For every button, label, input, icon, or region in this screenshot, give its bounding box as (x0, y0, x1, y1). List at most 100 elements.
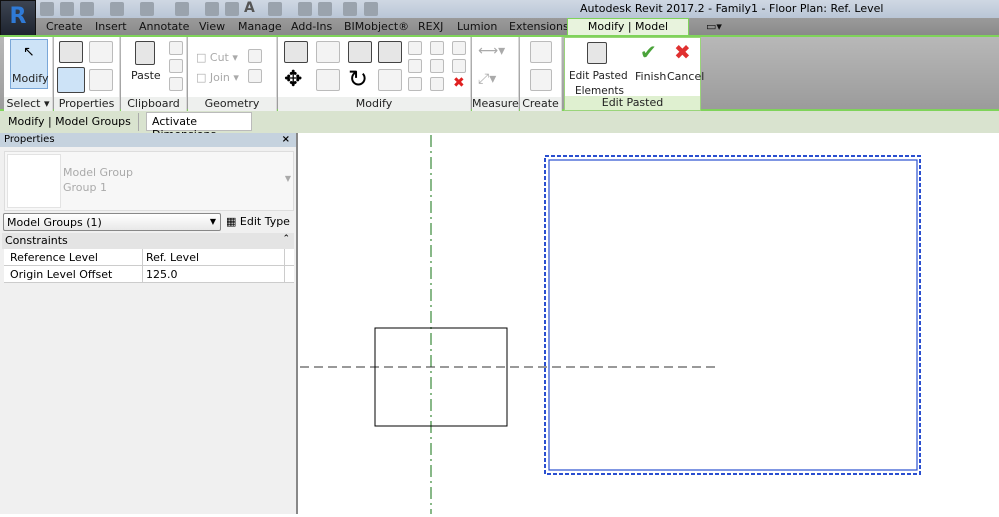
split-icon (408, 41, 422, 55)
undo-icon[interactable] (110, 2, 124, 16)
modify-panel-label: Modify (278, 97, 470, 111)
thin-lines-icon[interactable] (318, 2, 332, 16)
properties-palette: Properties × Model Group Group 1 ▼ Model … (0, 133, 298, 514)
properties-panel-label: Properties (54, 97, 119, 111)
section-title: Constraints (5, 234, 68, 247)
cut-clip-icon (169, 41, 183, 55)
edit-pasted-panel: Edit Pasted Elements ✔ Finish ✖ Cancel E… (564, 37, 705, 111)
delete-icon[interactable]: ✖ (453, 75, 465, 91)
measure-icon[interactable] (175, 2, 189, 16)
3d-view-icon[interactable] (268, 2, 282, 16)
redo-icon[interactable] (140, 2, 154, 16)
select-dropdown[interactable]: Select ▾ (4, 97, 52, 111)
cancel-label: Cancel (667, 70, 705, 83)
modify-button[interactable]: ↖ Modify (10, 39, 48, 89)
property-value[interactable]: Ref. Level (146, 251, 199, 264)
paste-icon[interactable] (135, 41, 155, 65)
rotate-icon[interactable]: ↻ (348, 65, 368, 93)
modify-label: Modify (12, 72, 49, 85)
trim-multiple-icon (430, 77, 444, 91)
split-face-icon (248, 49, 262, 63)
finish-label: Finish (635, 70, 667, 83)
instance-filter-dropdown[interactable]: Model Groups (1) ▼ (3, 213, 221, 231)
tab-extensions[interactable]: Extensions (509, 20, 569, 33)
title-bar: A Autodesk Revit 2017.2 - Family1 - Floo… (0, 0, 999, 18)
cancel-button[interactable]: ✖ Cancel (667, 40, 705, 84)
ribbon-tabs: Create Insert Annotate View Manage Add-I… (36, 18, 999, 35)
sync-icon[interactable] (80, 2, 94, 16)
family-types-icon (89, 41, 113, 63)
measure-panel-label: Measure (472, 97, 519, 111)
trim-extend-icon (378, 69, 402, 91)
create-group-icon (530, 41, 552, 63)
drawing-canvas[interactable] (300, 133, 999, 514)
save-icon[interactable] (60, 2, 74, 16)
copy-icon (169, 59, 183, 73)
ribbon-minimize-icon[interactable]: ▭▾ (706, 20, 722, 33)
pin-icon (452, 59, 466, 73)
edit-type-button[interactable]: ▦ Edit Type (226, 213, 290, 231)
create-panel: Create (520, 37, 562, 111)
split-gap-icon (430, 41, 444, 55)
cut-button: □ Cut ▾ (196, 51, 238, 64)
cancel-x-icon: ✖ (674, 40, 691, 64)
measure-between-icon: ⟷▾ (478, 43, 506, 59)
move-icon[interactable]: ✥ (284, 67, 302, 92)
section-icon[interactable] (298, 2, 312, 16)
wall-joins-icon (248, 69, 262, 83)
type-preview (7, 154, 61, 208)
tab-add-ins[interactable]: Add-Ins (291, 20, 332, 33)
switch-windows-icon[interactable] (364, 2, 378, 16)
application-menu-button[interactable]: R (0, 0, 36, 36)
collapse-icon[interactable]: ⌃ (282, 234, 290, 244)
geometry-panel: □ Cut ▾ □ Join ▾ Geometry (188, 37, 277, 111)
chevron-down-icon: ▼ (209, 217, 216, 226)
close-hidden-icon[interactable] (343, 2, 357, 16)
edit-pasted-panel-label: Edit Pasted (565, 96, 700, 110)
offset-icon (316, 41, 340, 63)
open-icon[interactable] (40, 2, 54, 16)
tag-icon[interactable] (225, 2, 239, 16)
measure-panel: ⟷▾ ⤢▾ Measure (472, 37, 519, 111)
ribbon: ↖ Modify Select ▾ Properties Paste Clipb… (0, 35, 999, 111)
selection-outline (544, 155, 921, 475)
tab-modify-model-groups[interactable]: Modify | Model Groups (567, 18, 689, 49)
close-icon[interactable]: × (282, 133, 290, 147)
tab-insert[interactable]: Insert (95, 20, 127, 33)
tab-bimobject[interactable]: BIMobject® (344, 20, 409, 33)
edit-pasted-elements-button[interactable]: Edit Pasted Elements (567, 40, 628, 97)
tab-manage[interactable]: Manage (238, 20, 282, 33)
match-properties-icon (169, 77, 183, 91)
dimension-icon[interactable] (205, 2, 219, 16)
floor-plan-view (300, 135, 921, 514)
align-icon[interactable] (284, 41, 308, 63)
mirror-draw-axis-icon[interactable] (378, 41, 402, 63)
options-bar: Modify | Model Groups Activate Dimension… (0, 111, 999, 141)
property-row: Origin Level Offset 125.0 (4, 266, 294, 283)
tab-create[interactable]: Create (46, 20, 83, 33)
type-properties-icon[interactable] (59, 41, 83, 63)
type-selector[interactable]: Model Group Group 1 ▼ (4, 151, 294, 211)
tab-lumion[interactable]: Lumion (457, 20, 497, 33)
property-value[interactable]: 125.0 (146, 268, 178, 281)
property-name: Reference Level (10, 251, 98, 264)
small-rectangle[interactable] (374, 327, 508, 427)
create-similar-icon (530, 69, 552, 91)
type-family: Model Group (63, 166, 134, 179)
property-name: Origin Level Offset (10, 268, 113, 281)
mirror-pick-axis-icon[interactable] (348, 41, 372, 63)
context-label: Modify | Model Groups (8, 115, 131, 128)
tab-view[interactable]: View (199, 20, 225, 33)
constraints-section[interactable]: Constraints ⌃ (2, 233, 294, 249)
tab-annotate[interactable]: Annotate (139, 20, 189, 33)
create-panel-label: Create (520, 97, 561, 111)
tab-rexj[interactable]: REXJ (418, 20, 443, 33)
properties-toggle-icon[interactable] (57, 67, 85, 93)
finish-button[interactable]: ✔ Finish (633, 40, 667, 84)
activate-dimensions-button[interactable]: Activate Dimensions (146, 112, 252, 141)
geometry-panel-label: Geometry (188, 97, 276, 111)
model-group-rectangle[interactable] (548, 159, 918, 471)
paste-button[interactable]: Paste (131, 69, 161, 82)
select-panel: ↖ Modify Select ▾ (4, 37, 53, 111)
text-icon[interactable]: A (244, 0, 255, 16)
